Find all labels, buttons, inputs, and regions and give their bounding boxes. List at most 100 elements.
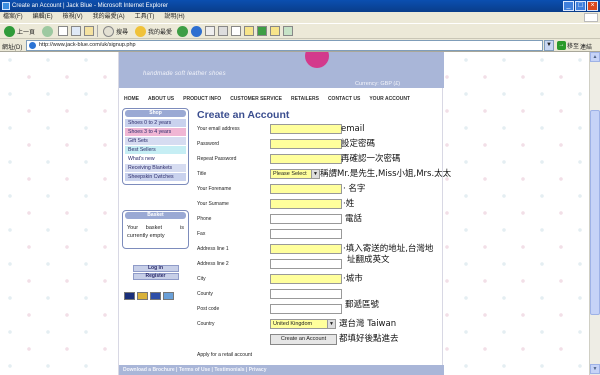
- currency-selector[interactable]: Currency: GBP (£): [355, 81, 400, 87]
- menu-tools[interactable]: 工具(T): [135, 12, 155, 23]
- phone-field[interactable]: [270, 214, 342, 224]
- scroll-down-icon[interactable]: ▼: [590, 364, 600, 374]
- address2-label: Address line 2: [197, 261, 229, 267]
- shop-item[interactable]: What's new: [125, 155, 186, 163]
- vertical-scrollbar[interactable]: ▲ ▼: [589, 52, 600, 375]
- basket-word: Your: [127, 225, 139, 231]
- fax-field[interactable]: [270, 229, 342, 239]
- chevron-down-icon: ▼: [327, 320, 335, 328]
- email-note: email: [341, 124, 365, 134]
- address-bar: 網址(D) http://www.jack-blue.com/uk/signup…: [0, 39, 600, 52]
- scroll-up-icon[interactable]: ▲: [590, 52, 600, 62]
- nav-your-account[interactable]: YOUR ACCOUNT: [369, 96, 410, 106]
- folder-icon[interactable]: [244, 26, 255, 36]
- form-row-password: Password 設定密碼: [197, 139, 444, 150]
- close-button[interactable]: ×: [587, 1, 598, 11]
- address-dropdown-icon[interactable]: ▼: [544, 40, 554, 51]
- forward-button[interactable]: [40, 25, 55, 38]
- email-field[interactable]: [270, 124, 342, 134]
- mail-icon[interactable]: [205, 26, 216, 36]
- print-icon[interactable]: [218, 26, 229, 36]
- forename-field[interactable]: [270, 184, 342, 194]
- county-label: County: [197, 291, 213, 297]
- menu-file[interactable]: 檔案(F): [3, 12, 23, 23]
- maestro-card-icon: [150, 292, 161, 300]
- mastercard-icon: [137, 292, 148, 300]
- phone-note: 電話: [345, 214, 363, 224]
- minimize-button[interactable]: _: [563, 1, 574, 11]
- create-account-button[interactable]: Create an Account: [270, 334, 337, 345]
- address-input[interactable]: http://www.jack-blue.com/uk/signup.php: [26, 40, 543, 51]
- shop-item[interactable]: Gift Sets: [125, 137, 186, 145]
- shop-item[interactable]: Shoes 3 to 4 years: [125, 128, 186, 136]
- menu-help[interactable]: 說明(H): [164, 12, 184, 23]
- maximize-button[interactable]: □: [575, 1, 586, 11]
- title-select[interactable]: Please Select ▼: [270, 169, 320, 179]
- shop-item[interactable]: Receiving Blankets: [125, 164, 186, 172]
- favorites-button[interactable]: 我的最愛: [133, 25, 174, 38]
- menu-view[interactable]: 檢視(V): [63, 12, 83, 23]
- fax-label: Fax: [197, 231, 206, 237]
- sidebar: Shop Shoes 0 to 2 years Shoes 3 to 4 yea…: [122, 108, 189, 300]
- address2-note: 址翻成英文: [347, 255, 390, 265]
- form-row-retail: Apply for a retail account: [197, 350, 444, 361]
- country-note: 選台灣 Taiwan: [339, 319, 397, 329]
- history-icon[interactable]: [191, 25, 203, 37]
- visa-card-icon: [124, 292, 135, 300]
- city-field[interactable]: [270, 274, 342, 284]
- favorites-label: 我的最愛: [148, 29, 173, 36]
- search-icon: [103, 25, 115, 37]
- password-field[interactable]: [270, 139, 342, 149]
- address1-field[interactable]: [270, 244, 342, 254]
- excel-icon[interactable]: [257, 26, 268, 36]
- messenger-icon[interactable]: [270, 26, 281, 36]
- go-button[interactable]: → 移至: [557, 40, 579, 51]
- register-button[interactable]: Register: [132, 273, 179, 280]
- logo-circle: [305, 52, 329, 68]
- surname-field[interactable]: [270, 199, 342, 209]
- repeat-password-field[interactable]: [270, 154, 342, 164]
- stop-icon[interactable]: [58, 26, 69, 36]
- back-button[interactable]: 上一頁: [2, 25, 37, 38]
- country-select[interactable]: United Kingdom ▼: [270, 319, 336, 329]
- country-label: Country: [197, 321, 215, 327]
- window-titlebar: Create an Account | Jack Blue - Microsof…: [0, 0, 600, 12]
- shop-item[interactable]: Shoes 0 to 2 years: [125, 119, 186, 127]
- nav-contact-us[interactable]: CONTACT US: [328, 96, 360, 106]
- go-label: 移至: [567, 44, 580, 50]
- login-button[interactable]: Log in: [132, 265, 179, 272]
- address1-note-text: 填入寄送的地址,台灣地: [345, 244, 434, 254]
- site-footer[interactable]: Download a Brochure | Terms of Use | Tes…: [119, 365, 444, 375]
- county-field[interactable]: [270, 289, 342, 299]
- refresh-icon[interactable]: [71, 26, 82, 36]
- scroll-thumb[interactable]: [590, 110, 600, 315]
- postcode-field[interactable]: [270, 304, 342, 314]
- surname-note-text: 姓: [345, 199, 355, 209]
- shop-item[interactable]: Best Sellers: [125, 146, 186, 154]
- retail-account-link[interactable]: Apply for a retail account: [197, 352, 252, 358]
- shop-item[interactable]: Sheepskin Cwtches: [125, 173, 186, 181]
- menu-favorites[interactable]: 我的最愛(A): [93, 12, 125, 23]
- windows-logo-icon: [584, 13, 598, 22]
- home-icon[interactable]: [84, 26, 95, 36]
- search-button[interactable]: 搜尋: [101, 25, 130, 38]
- edit-icon[interactable]: [231, 26, 242, 36]
- media-icon[interactable]: [177, 25, 189, 37]
- research-icon[interactable]: [283, 26, 294, 36]
- signup-form: Create an Account Your email address ema…: [197, 108, 451, 358]
- address2-field[interactable]: [270, 259, 342, 269]
- links-label[interactable]: 連結: [580, 42, 592, 51]
- form-row-county: County: [197, 289, 444, 300]
- address1-label: Address line 1: [197, 246, 229, 252]
- title-label: Title: [197, 171, 207, 177]
- address-label: 網址(D): [2, 45, 23, 51]
- nav-product-info[interactable]: PRODUCT INFO: [183, 96, 221, 106]
- nav-customer-service[interactable]: CUSTOMER SERVICE: [230, 96, 282, 106]
- nav-retailers[interactable]: RETAILERS: [291, 96, 319, 106]
- menu-edit[interactable]: 編輯(E): [33, 12, 53, 23]
- nav-home[interactable]: HOME: [124, 96, 139, 106]
- nav-about-us[interactable]: ABOUT US: [148, 96, 174, 106]
- basket-word: basket: [145, 225, 162, 231]
- chevron-down-icon: ▼: [311, 170, 319, 178]
- submit-note: 都填好後點進去: [339, 334, 399, 344]
